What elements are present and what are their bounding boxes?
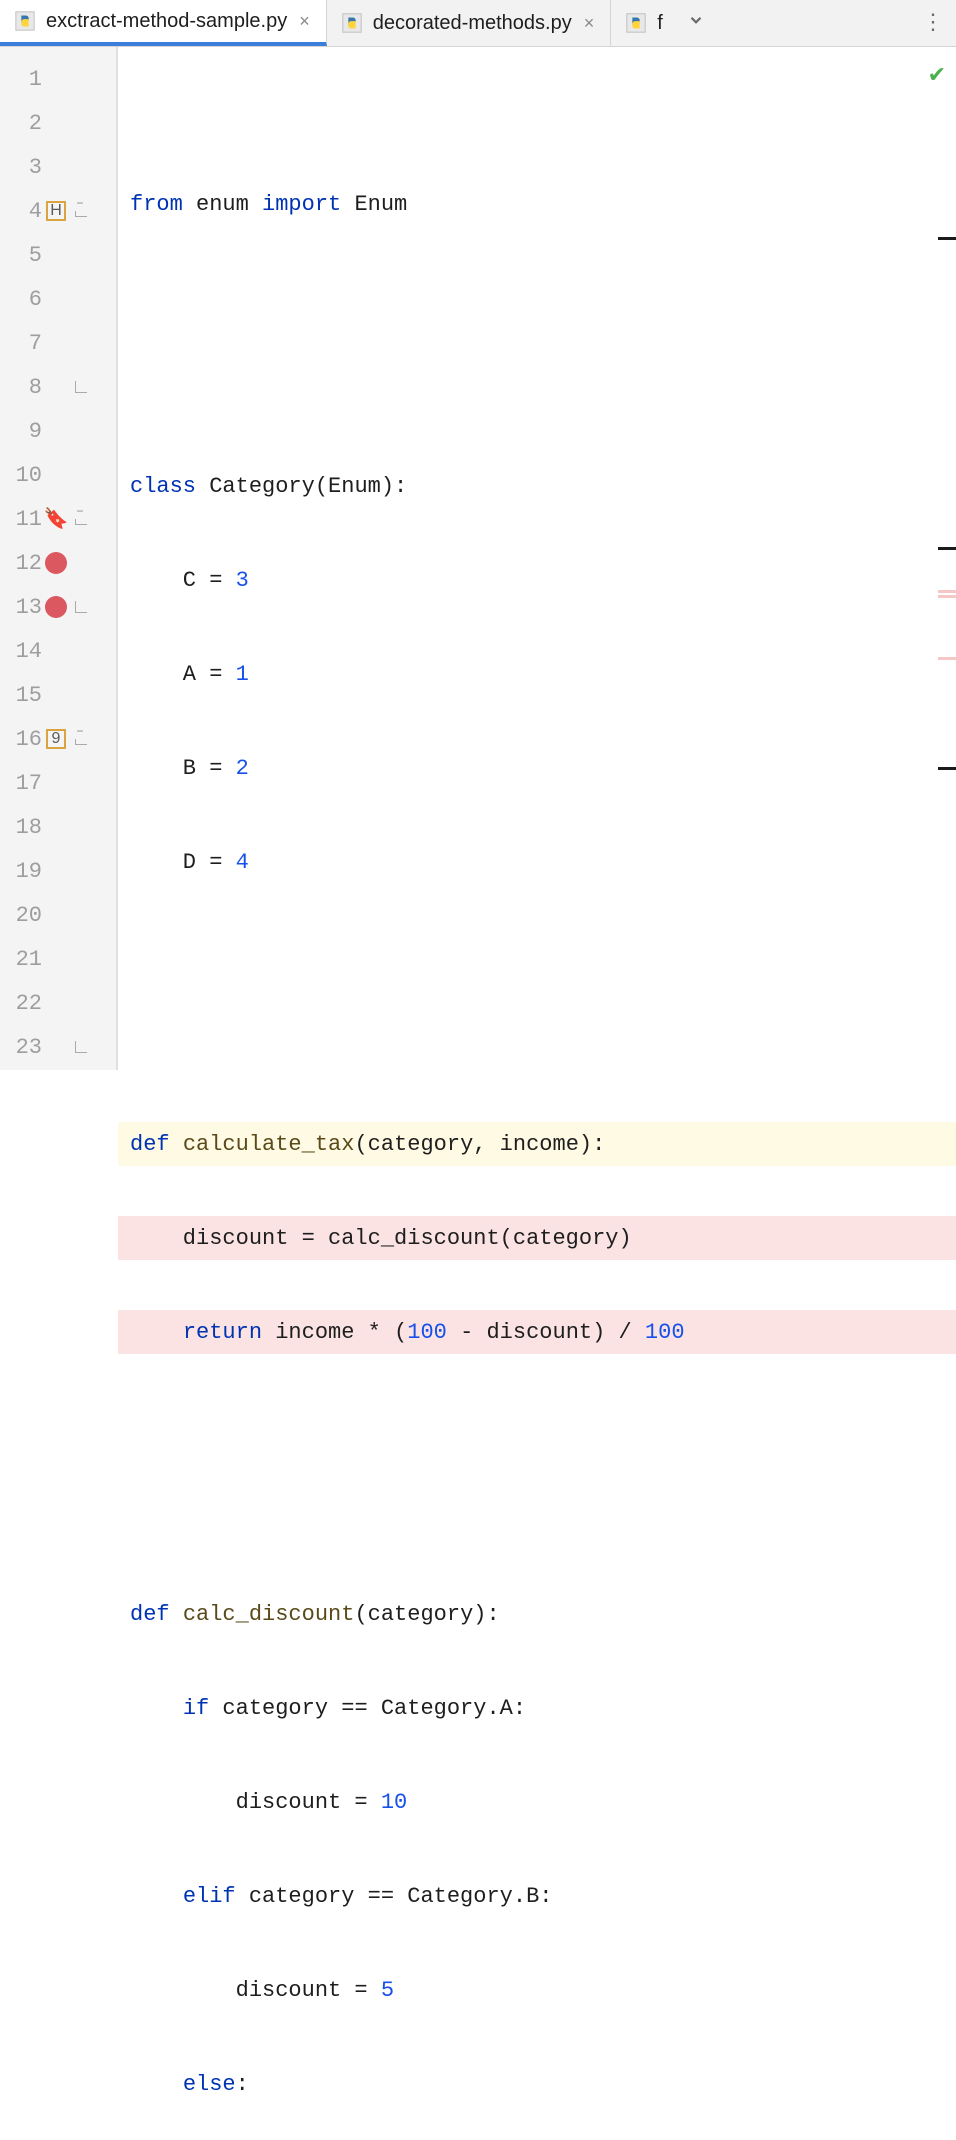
fold-end-icon[interactable]: [75, 1041, 87, 1053]
gutter-badge-h[interactable]: H: [46, 201, 66, 221]
tab-bar: exctract-method-sample.py × decorated-me…: [0, 0, 956, 47]
tab-label: exctract-method-sample.py: [46, 10, 287, 33]
line-number[interactable]: 9: [0, 419, 42, 444]
python-file-icon: [625, 12, 647, 34]
code-area[interactable]: ✔ from enum import Enum class Category(E…: [118, 47, 956, 1070]
line-number[interactable]: 15: [0, 683, 42, 708]
code-line[interactable]: D = 4: [118, 840, 956, 884]
line-number[interactable]: 23: [0, 1035, 42, 1060]
code-line[interactable]: B = 2: [118, 746, 956, 790]
python-file-icon: [341, 12, 363, 34]
line-number[interactable]: 7: [0, 331, 42, 356]
code-line[interactable]: class Category(Enum):: [118, 464, 956, 508]
line-number[interactable]: 6: [0, 287, 42, 312]
line-number[interactable]: 21: [0, 947, 42, 972]
fold-end-icon[interactable]: [75, 601, 87, 613]
code-line[interactable]: def calc_discount(category):: [118, 1592, 956, 1636]
close-icon[interactable]: ×: [582, 13, 597, 34]
code-line[interactable]: discount = 5: [118, 1968, 956, 2012]
code-line[interactable]: discount = 10: [118, 1780, 956, 1824]
line-number[interactable]: 11: [0, 507, 42, 532]
tab-label: decorated-methods.py: [373, 12, 572, 35]
code-line[interactable]: [118, 276, 956, 320]
breakpoint-icon[interactable]: [45, 596, 67, 618]
line-number[interactable]: 5: [0, 243, 42, 268]
code-line[interactable]: [118, 370, 956, 414]
line-number[interactable]: 12: [0, 551, 42, 576]
tab-decorated-methods[interactable]: decorated-methods.py ×: [327, 0, 612, 46]
bookmark-icon[interactable]: 🔖: [44, 506, 69, 532]
code-line[interactable]: return income * (100 - discount) / 100: [118, 1310, 956, 1354]
code-line[interactable]: if category == Category.A:: [118, 1686, 956, 1730]
tab-extract-method[interactable]: exctract-method-sample.py ×: [0, 0, 327, 46]
tab-label: f: [657, 12, 663, 35]
editor: 1 2 3 4H 5 6 7 8 9 10 11🔖 12 13 14 15 16…: [0, 47, 956, 1070]
line-number[interactable]: 8: [0, 375, 42, 400]
chevron-down-icon[interactable]: [677, 11, 715, 36]
line-number[interactable]: 14: [0, 639, 42, 664]
fold-toggle-icon[interactable]: [75, 205, 87, 217]
error-stripe[interactable]: [938, 47, 956, 1070]
line-number[interactable]: 1: [0, 67, 42, 92]
close-icon[interactable]: ×: [297, 11, 312, 32]
breakpoint-icon[interactable]: [45, 552, 67, 574]
code-line[interactable]: [118, 934, 956, 978]
code-line[interactable]: else:: [118, 2062, 956, 2106]
line-number[interactable]: 18: [0, 815, 42, 840]
fold-toggle-icon[interactable]: [75, 513, 87, 525]
fold-toggle-icon[interactable]: [75, 733, 87, 745]
code-line[interactable]: [118, 1498, 956, 1542]
line-number[interactable]: 4: [0, 199, 42, 224]
line-number[interactable]: 3: [0, 155, 42, 180]
code-line[interactable]: A = 1: [118, 652, 956, 696]
code-line[interactable]: elif category == Category.B:: [118, 1874, 956, 1918]
gutter: 1 2 3 4H 5 6 7 8 9 10 11🔖 12 13 14 15 16…: [0, 47, 118, 1070]
line-number[interactable]: 2: [0, 111, 42, 136]
line-number[interactable]: 17: [0, 771, 42, 796]
tab-f[interactable]: f: [611, 0, 677, 46]
python-file-icon: [14, 10, 36, 32]
line-number[interactable]: 16: [0, 727, 42, 752]
line-number[interactable]: 20: [0, 903, 42, 928]
code-line[interactable]: discount = calc_discount(category): [118, 1216, 956, 1260]
fold-end-icon[interactable]: [75, 381, 87, 393]
kebab-menu-icon[interactable]: ⋮: [908, 10, 956, 36]
code-line[interactable]: def calculate_tax(category, income):: [118, 1122, 956, 1166]
code-line[interactable]: from enum import Enum: [118, 182, 956, 226]
gutter-badge-9[interactable]: 9: [46, 729, 66, 749]
line-number[interactable]: 19: [0, 859, 42, 884]
line-number[interactable]: 22: [0, 991, 42, 1016]
line-number[interactable]: 10: [0, 463, 42, 488]
code-line[interactable]: [118, 1028, 956, 1072]
line-number[interactable]: 13: [0, 595, 42, 620]
code-line[interactable]: C = 3: [118, 558, 956, 602]
code-line[interactable]: [118, 1404, 956, 1448]
